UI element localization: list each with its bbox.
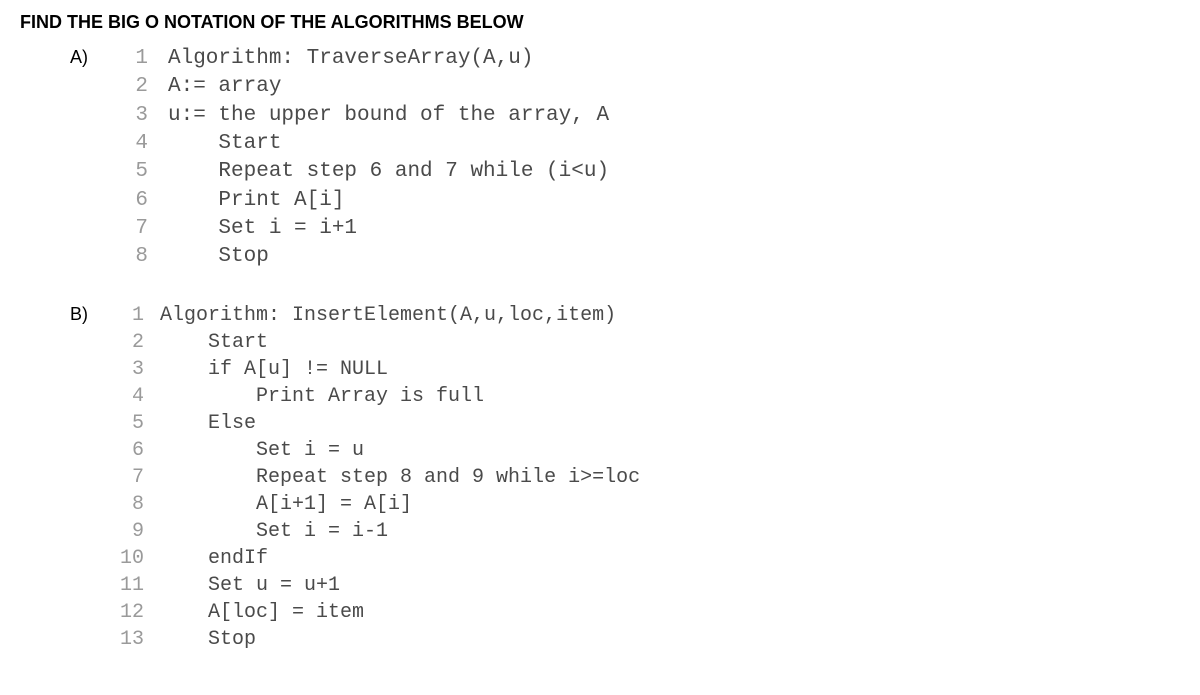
line-content: Print Array is full [160, 383, 484, 410]
line-number: 13 [120, 626, 160, 653]
line-content: Algorithm: TraverseArray(A,u) [168, 45, 533, 73]
code-block-b: 1Algorithm: InsertElement(A,u,loc,item) … [120, 302, 640, 653]
line-content: Else [160, 410, 256, 437]
line-number: 11 [120, 572, 160, 599]
line-content: Start [168, 130, 281, 158]
line-content: A[i+1] = A[i] [160, 491, 412, 518]
line-number: 6 [120, 437, 160, 464]
line-number: 1 [120, 45, 168, 73]
code-line: 9 Set i = i-1 [120, 518, 640, 545]
code-line: 10 endIf [120, 545, 640, 572]
algorithm-b: B) 1Algorithm: InsertElement(A,u,loc,ite… [20, 302, 1180, 653]
line-content: Repeat step 8 and 9 while i>=loc [160, 464, 640, 491]
line-number: 8 [120, 243, 168, 271]
line-content: A[loc] = item [160, 599, 364, 626]
code-line: 12 A[loc] = item [120, 599, 640, 626]
line-content: Stop [168, 243, 269, 271]
line-content: Stop [160, 626, 256, 653]
line-number: 12 [120, 599, 160, 626]
line-number: 5 [120, 158, 168, 186]
code-line: 8 A[i+1] = A[i] [120, 491, 640, 518]
line-content: u:= the upper bound of the array, A [168, 102, 609, 130]
code-line: 8 Stop [120, 243, 609, 271]
page-title: FIND THE BIG O NOTATION OF THE ALGORITHM… [20, 12, 1180, 33]
line-number: 3 [120, 102, 168, 130]
line-number: 9 [120, 518, 160, 545]
line-number: 10 [120, 545, 160, 572]
line-number: 2 [120, 73, 168, 101]
line-number: 4 [120, 383, 160, 410]
line-content: if A[u] != NULL [160, 356, 388, 383]
line-number: 3 [120, 356, 160, 383]
line-content: Set i = u [160, 437, 364, 464]
code-line: 6 Print A[i] [120, 187, 609, 215]
code-line: 5 Repeat step 6 and 7 while (i<u) [120, 158, 609, 186]
code-line: 3 if A[u] != NULL [120, 356, 640, 383]
code-line: 5 Else [120, 410, 640, 437]
line-number: 7 [120, 215, 168, 243]
line-content: Print A[i] [168, 187, 344, 215]
code-line: 4 Print Array is full [120, 383, 640, 410]
code-line: 6 Set i = u [120, 437, 640, 464]
line-number: 8 [120, 491, 160, 518]
code-block-a: 1Algorithm: TraverseArray(A,u) 2A:= arra… [120, 45, 609, 272]
code-line: 1Algorithm: TraverseArray(A,u) [120, 45, 609, 73]
algorithm-a: A) 1Algorithm: TraverseArray(A,u) 2A:= a… [20, 45, 1180, 272]
line-content: A:= array [168, 73, 281, 101]
code-line: 2 Start [120, 329, 640, 356]
line-content: Set i = i-1 [160, 518, 388, 545]
line-content: Set i = i+1 [168, 215, 357, 243]
code-line: 11 Set u = u+1 [120, 572, 640, 599]
code-line: 13 Stop [120, 626, 640, 653]
code-line: 1Algorithm: InsertElement(A,u,loc,item) [120, 302, 640, 329]
line-number: 6 [120, 187, 168, 215]
line-content: Repeat step 6 and 7 while (i<u) [168, 158, 609, 186]
code-line: 2A:= array [120, 73, 609, 101]
code-line: 7 Repeat step 8 and 9 while i>=loc [120, 464, 640, 491]
line-content: endIf [160, 545, 268, 572]
algorithm-label-b: B) [20, 302, 120, 653]
line-number: 7 [120, 464, 160, 491]
line-number: 2 [120, 329, 160, 356]
code-line: 4 Start [120, 130, 609, 158]
line-content: Set u = u+1 [160, 572, 340, 599]
line-content: Algorithm: InsertElement(A,u,loc,item) [160, 302, 616, 329]
line-number: 5 [120, 410, 160, 437]
algorithm-label-a: A) [20, 45, 120, 272]
code-line: 7 Set i = i+1 [120, 215, 609, 243]
line-content: Start [160, 329, 268, 356]
code-line: 3u:= the upper bound of the array, A [120, 102, 609, 130]
line-number: 4 [120, 130, 168, 158]
line-number: 1 [120, 302, 160, 329]
